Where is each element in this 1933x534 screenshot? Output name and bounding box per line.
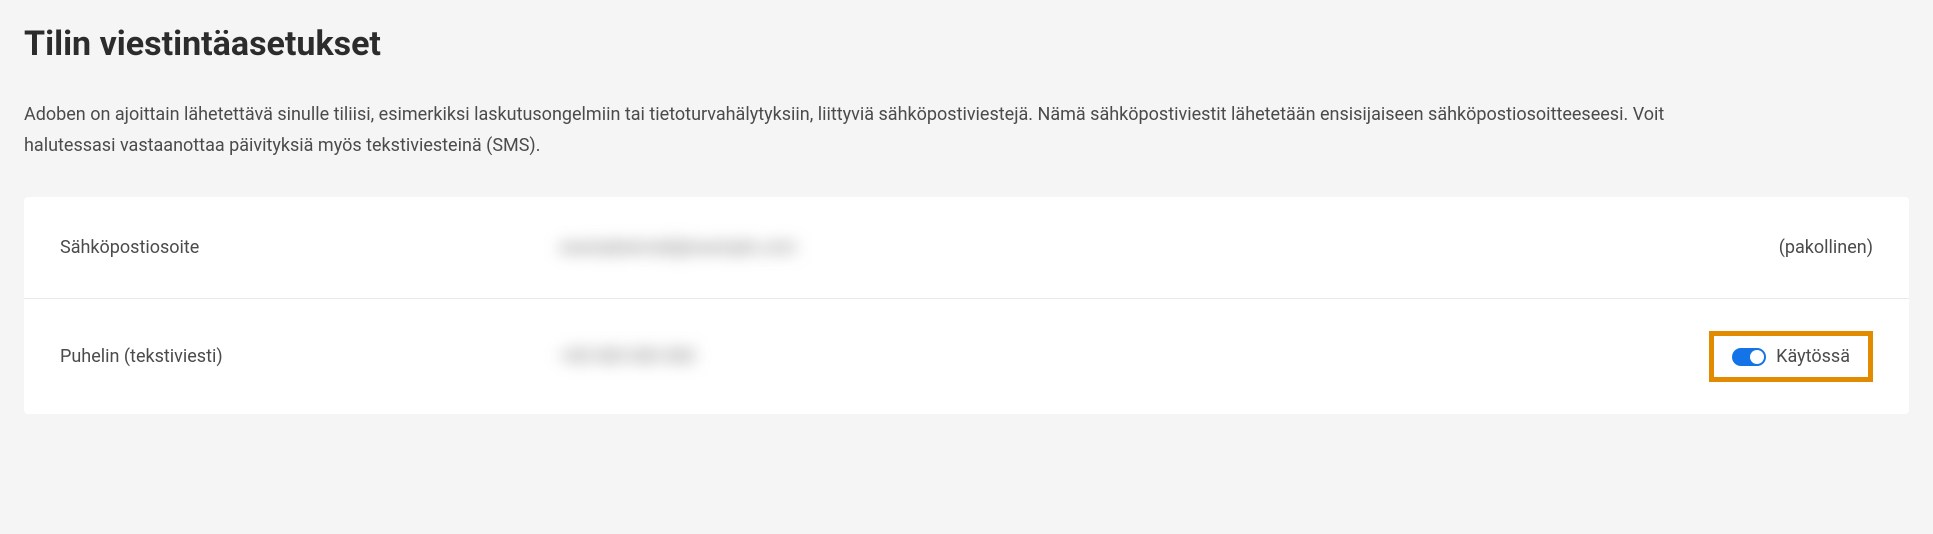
settings-panel: Sähköpostiosoite exampleemail@example.co… <box>24 197 1909 414</box>
page-description: Adoben on ajoittain lähetettävä sinulle … <box>24 100 1724 161</box>
phone-value: +00 000 000 000 <box>560 346 1573 367</box>
phone-label: Puhelin (tekstiviesti) <box>60 346 560 367</box>
phone-sms-toggle[interactable] <box>1732 348 1766 366</box>
phone-toggle-highlight: Käytössä <box>1709 331 1873 382</box>
phone-status-container: Käytössä <box>1573 331 1873 382</box>
email-setting-row: Sähköpostiosoite exampleemail@example.co… <box>24 197 1909 299</box>
page-title: Tilin viestintäasetukset <box>24 24 1909 64</box>
email-status: (pakollinen) <box>1573 237 1873 258</box>
email-value: exampleemail@example.com <box>560 237 1573 258</box>
email-label: Sähköpostiosoite <box>60 237 560 258</box>
phone-toggle-label: Käytössä <box>1776 346 1850 367</box>
phone-setting-row: Puhelin (tekstiviesti) +00 000 000 000 K… <box>24 299 1909 414</box>
